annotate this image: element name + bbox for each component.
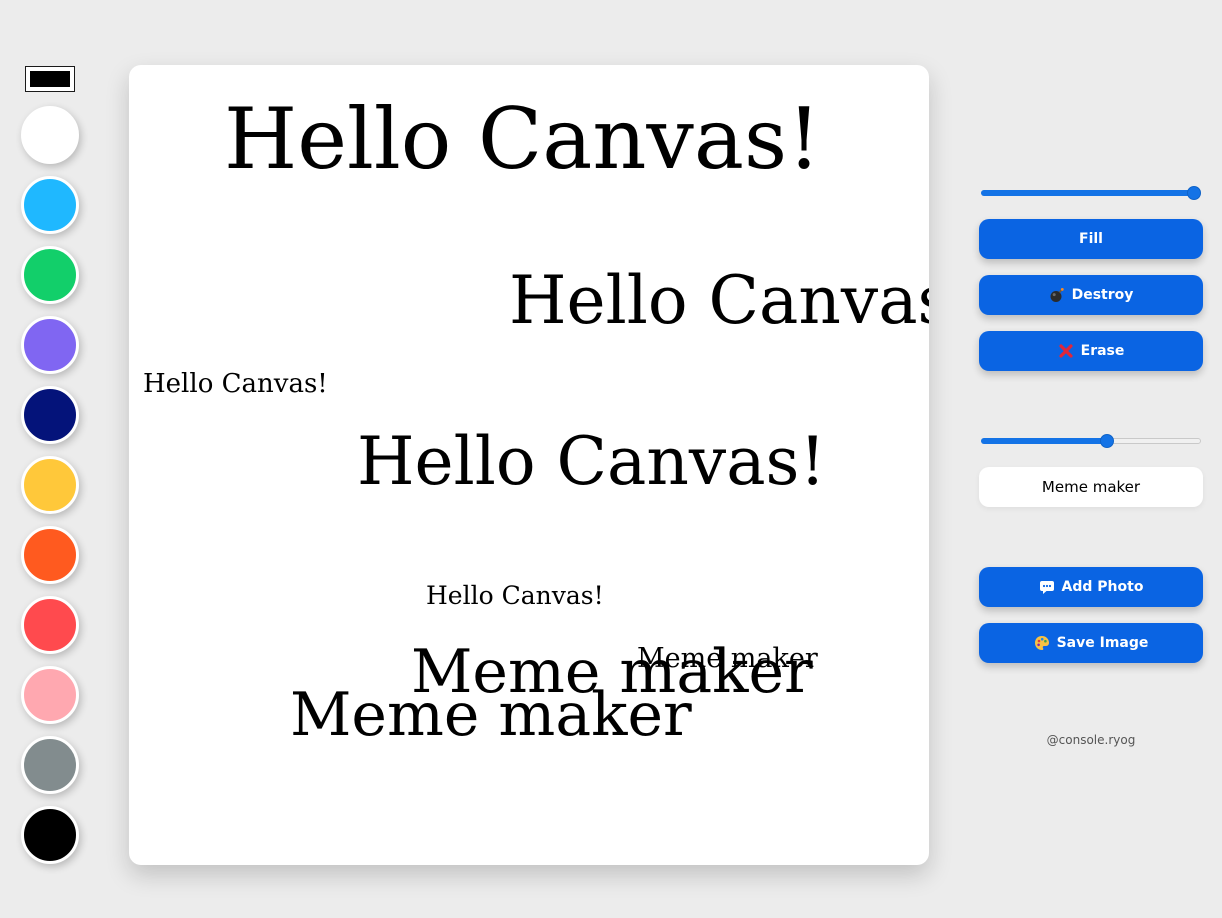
line-width-slider-thumb[interactable] bbox=[1187, 186, 1201, 200]
add-photo-button-label: Add Photo bbox=[1061, 579, 1144, 595]
font-size-slider-thumb[interactable] bbox=[1100, 434, 1114, 448]
control-panel: Fill Destroy Erase Meme maker Add Photo … bbox=[979, 0, 1203, 918]
save-image-button-label: Save Image bbox=[1056, 635, 1149, 651]
save-image-button[interactable]: Save Image bbox=[979, 623, 1203, 663]
color-option-green[interactable] bbox=[21, 246, 79, 304]
cross-mark-icon bbox=[1058, 343, 1074, 359]
canvas-text: Hello Canvas! bbox=[509, 262, 929, 339]
destroy-button[interactable]: Destroy bbox=[979, 275, 1203, 315]
color-option-yellow[interactable] bbox=[21, 456, 79, 514]
font-size-slider[interactable] bbox=[981, 433, 1201, 449]
color-option-navy[interactable] bbox=[21, 386, 79, 444]
color-picker-input[interactable] bbox=[25, 66, 75, 92]
erase-button[interactable]: Erase bbox=[979, 331, 1203, 371]
meme-text-input[interactable] bbox=[979, 467, 1203, 507]
color-option-orange[interactable] bbox=[21, 526, 79, 584]
canvas-text: Hello Canvas! bbox=[224, 90, 821, 188]
color-option-white[interactable] bbox=[21, 106, 79, 164]
speech-bubble-icon bbox=[1039, 579, 1055, 595]
canvas-text: Hello Canvas! bbox=[143, 369, 328, 399]
bomb-icon bbox=[1049, 287, 1065, 303]
drawing-canvas[interactable]: Hello Canvas! Hello Canvas! Hello Canvas… bbox=[129, 65, 929, 865]
canvas-text: Hello Canvas! bbox=[357, 423, 826, 500]
color-option-red[interactable] bbox=[21, 596, 79, 654]
palette-icon bbox=[1034, 635, 1050, 651]
fill-button-label: Fill bbox=[1079, 231, 1103, 247]
color-option-gray[interactable] bbox=[21, 736, 79, 794]
color-option-purple[interactable] bbox=[21, 316, 79, 374]
destroy-button-label: Destroy bbox=[1071, 287, 1134, 303]
canvas-text: Hello Canvas! bbox=[426, 581, 604, 610]
color-option-pink[interactable] bbox=[21, 666, 79, 724]
add-photo-button[interactable]: Add Photo bbox=[979, 567, 1203, 607]
author-credit: @console.ryog bbox=[1046, 733, 1136, 747]
color-option-black[interactable] bbox=[21, 806, 79, 864]
line-width-slider[interactable] bbox=[981, 185, 1201, 201]
fill-button[interactable]: Fill bbox=[979, 219, 1203, 259]
erase-button-label: Erase bbox=[1080, 343, 1125, 359]
canvas-text: Meme maker bbox=[290, 680, 692, 750]
color-palette bbox=[0, 0, 100, 918]
line-width-slider-fill bbox=[981, 190, 1194, 196]
color-picker-swatch bbox=[30, 71, 70, 87]
color-option-sky-blue[interactable] bbox=[21, 176, 79, 234]
font-size-slider-fill bbox=[981, 438, 1107, 444]
